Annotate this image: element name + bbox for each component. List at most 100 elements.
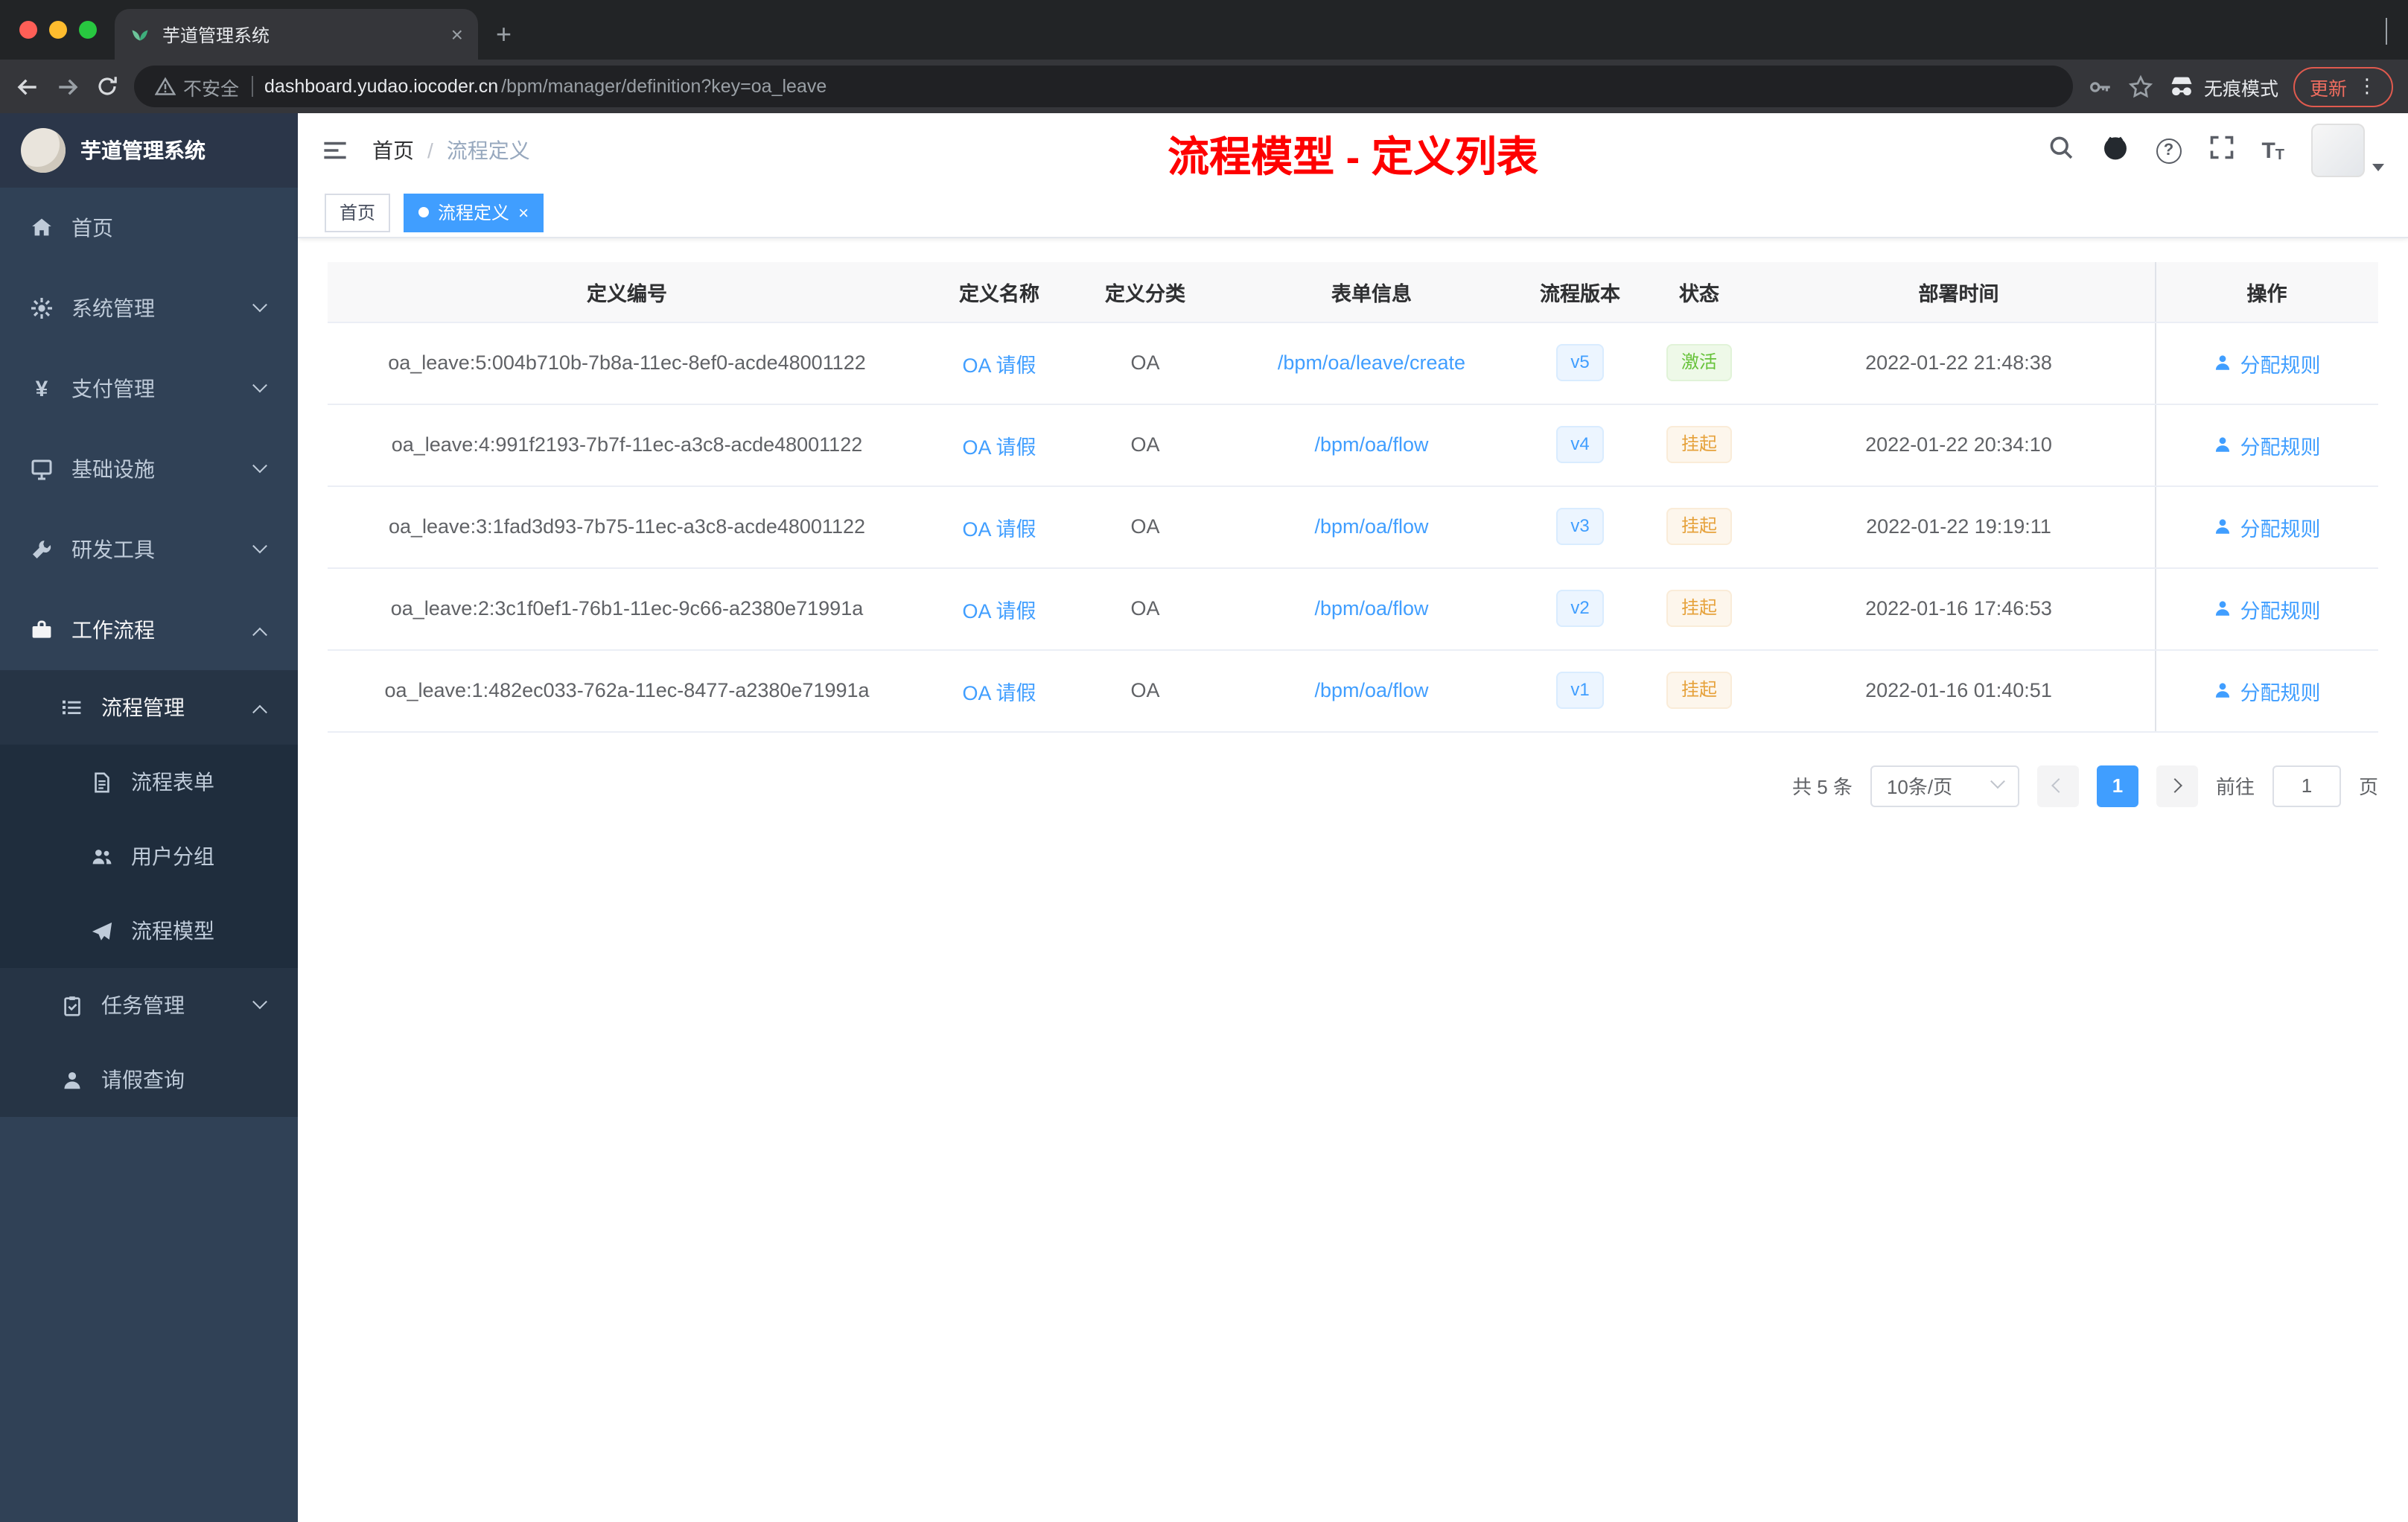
forward-icon[interactable] — [55, 74, 80, 99]
browser-tabstrip: 芋道管理系统 × + — [0, 0, 2408, 60]
col-definition-name: 定义名称 — [926, 262, 1072, 322]
user-avatar[interactable] — [2311, 124, 2365, 177]
form-link[interactable]: /bpm/oa/leave/create — [1278, 351, 1465, 374]
definition-name-link[interactable]: OA 请假 — [962, 518, 1036, 540]
assign-rule-button[interactable]: 分配规则 — [2214, 512, 2321, 541]
breadcrumb: 首页 / 流程定义 — [372, 136, 530, 165]
definition-name-link[interactable]: OA 请假 — [962, 436, 1036, 458]
close-window-button[interactable] — [19, 21, 37, 39]
next-page-button[interactable] — [2156, 765, 2198, 806]
tag-process-definition[interactable]: 流程定义 × — [404, 193, 544, 232]
assign-rule-button[interactable]: 分配规则 — [2214, 593, 2321, 623]
sidebar-item-label: 研发工具 — [71, 538, 155, 561]
definition-name-link[interactable]: OA 请假 — [962, 681, 1036, 704]
sidebar-item-process-form[interactable]: 流程表单 — [0, 745, 298, 819]
assign-rule-link[interactable]: 分配规则 — [2240, 430, 2321, 459]
chevron-up-icon — [252, 626, 267, 642]
form-link[interactable]: /bpm/oa/flow — [1314, 433, 1428, 456]
chevron-down-icon — [252, 377, 267, 392]
assign-rule-link[interactable]: 分配规则 — [2240, 512, 2321, 541]
assign-rule-button[interactable]: 分配规则 — [2214, 430, 2321, 459]
users-icon — [89, 844, 113, 868]
favicon — [130, 22, 150, 47]
cell-deploy-time: 2022-01-16 17:46:53 — [1763, 567, 2155, 650]
pagination: 共 5 条 10条/页 1 前往 页 — [328, 765, 2378, 806]
tab-search-icon[interactable] — [2386, 18, 2387, 45]
bookmark-star-icon[interactable] — [2128, 74, 2153, 99]
help-icon[interactable]: ? — [2156, 138, 2182, 163]
col-status: 状态 — [1635, 262, 1763, 322]
page-number-1[interactable]: 1 — [2096, 765, 2138, 806]
chevron-down-icon — [252, 296, 267, 312]
window-controls — [19, 21, 97, 39]
browser-menu-icon[interactable]: ⋮ — [2357, 74, 2377, 98]
page-size-select[interactable]: 10条/页 — [1870, 765, 2019, 806]
incognito-badge: 无痕模式 — [2168, 72, 2278, 101]
assign-rule-link[interactable]: 分配规则 — [2240, 348, 2321, 378]
url-bar[interactable]: 不安全 dashboard.yudao.iocoder.cn/bpm/manag… — [134, 66, 2073, 107]
tag-home[interactable]: 首页 — [325, 193, 391, 232]
definition-name-link[interactable]: OA 请假 — [962, 354, 1036, 376]
form-link[interactable]: /bpm/oa/flow — [1314, 597, 1428, 620]
search-icon[interactable] — [2047, 133, 2074, 168]
goto-page-input[interactable] — [2272, 765, 2341, 806]
form-link[interactable]: /bpm/oa/flow — [1314, 679, 1428, 701]
sidebar-item-task-management[interactable]: 任务管理 — [0, 968, 298, 1042]
annotation-title: 流程模型 - 定义列表 — [1168, 134, 1538, 180]
password-key-icon[interactable] — [2088, 74, 2113, 99]
sidebar-item-payment[interactable]: ¥ 支付管理 — [0, 348, 298, 429]
table-row: oa_leave:5:004b710b-7b8a-11ec-8ef0-acde4… — [328, 322, 2378, 404]
browser-window: 芋道管理系统 × + 不安全 dashboard.yudao.iocoder.c… — [0, 0, 2408, 1522]
sidebar-toggle-icon[interactable] — [322, 137, 348, 164]
github-icon[interactable] — [2100, 133, 2129, 168]
user-icon — [2216, 683, 2230, 698]
sidebar-item-process-model[interactable]: 流程模型 — [0, 894, 298, 968]
minimize-window-button[interactable] — [49, 21, 67, 39]
fullscreen-icon[interactable] — [2208, 133, 2235, 168]
list-icon — [60, 695, 83, 719]
version-tag: v3 — [1555, 508, 1605, 545]
font-size-icon[interactable]: TT — [2261, 138, 2284, 163]
col-process-version: 流程版本 — [1525, 262, 1635, 322]
breadcrumb-home[interactable]: 首页 — [372, 136, 414, 165]
chevron-down-icon — [252, 993, 267, 1009]
assign-rule-button[interactable]: 分配规则 — [2214, 675, 2321, 705]
document-icon — [89, 770, 113, 794]
back-icon[interactable] — [15, 74, 40, 99]
sidebar-item-system[interactable]: 系统管理 — [0, 268, 298, 348]
cell-definition-id: oa_leave:3:1fad3d93-7b75-11ec-a3c8-acde4… — [328, 485, 926, 568]
caret-down-icon — [2372, 164, 2384, 171]
definition-name-link[interactable]: OA 请假 — [962, 599, 1036, 622]
sidebar-item-user-group[interactable]: 用户分组 — [0, 819, 298, 894]
tag-close-icon[interactable]: × — [518, 203, 529, 221]
sidebar-item-process-management[interactable]: 流程管理 — [0, 670, 298, 745]
assign-rule-link[interactable]: 分配规则 — [2240, 675, 2321, 705]
tab-close-icon[interactable]: × — [451, 22, 463, 46]
sidebar-item-infrastructure[interactable]: 基础设施 — [0, 429, 298, 509]
chrome-update-button[interactable]: 更新 ⋮ — [2293, 66, 2393, 106]
breadcrumb-current: 流程定义 — [446, 138, 530, 162]
col-definition-id: 定义编号 — [328, 262, 926, 322]
sidebar-item-leave-query[interactable]: 请假查询 — [0, 1042, 298, 1117]
sidebar-item-dev-tools[interactable]: 研发工具 — [0, 509, 298, 590]
user-icon — [2216, 355, 2230, 370]
form-link[interactable]: /bpm/oa/flow — [1314, 515, 1428, 538]
update-label: 更新 — [2309, 78, 2347, 99]
incognito-label: 无痕模式 — [2203, 78, 2278, 99]
new-tab-button[interactable]: + — [496, 19, 512, 51]
cell-definition-id: oa_leave:2:3c1f0ef1-76b1-11ec-9c66-a2380… — [328, 567, 926, 650]
main-area: 首页 / 流程定义 流程模型 - 定义列表 ? T T 首页 流程定义 × 定义… — [298, 113, 2408, 1522]
assign-rule-button[interactable]: 分配规则 — [2214, 348, 2321, 378]
active-dot — [418, 207, 430, 217]
reload-icon[interactable] — [95, 74, 119, 98]
security-warning[interactable]: 不安全 — [155, 72, 239, 101]
prev-page-button[interactable] — [2036, 765, 2079, 806]
sidebar-item-workflow[interactable]: 工作流程 — [0, 590, 298, 670]
sidebar-item-home[interactable]: 首页 — [0, 188, 298, 268]
assign-rule-link[interactable]: 分配规则 — [2240, 593, 2321, 623]
browser-tab[interactable]: 芋道管理系统 × — [115, 9, 478, 60]
navbar-actions: ? TT — [2047, 124, 2384, 177]
user-menu[interactable] — [2311, 124, 2384, 177]
zoom-window-button[interactable] — [79, 21, 97, 39]
status-tag: 挂起 — [1666, 508, 1732, 545]
